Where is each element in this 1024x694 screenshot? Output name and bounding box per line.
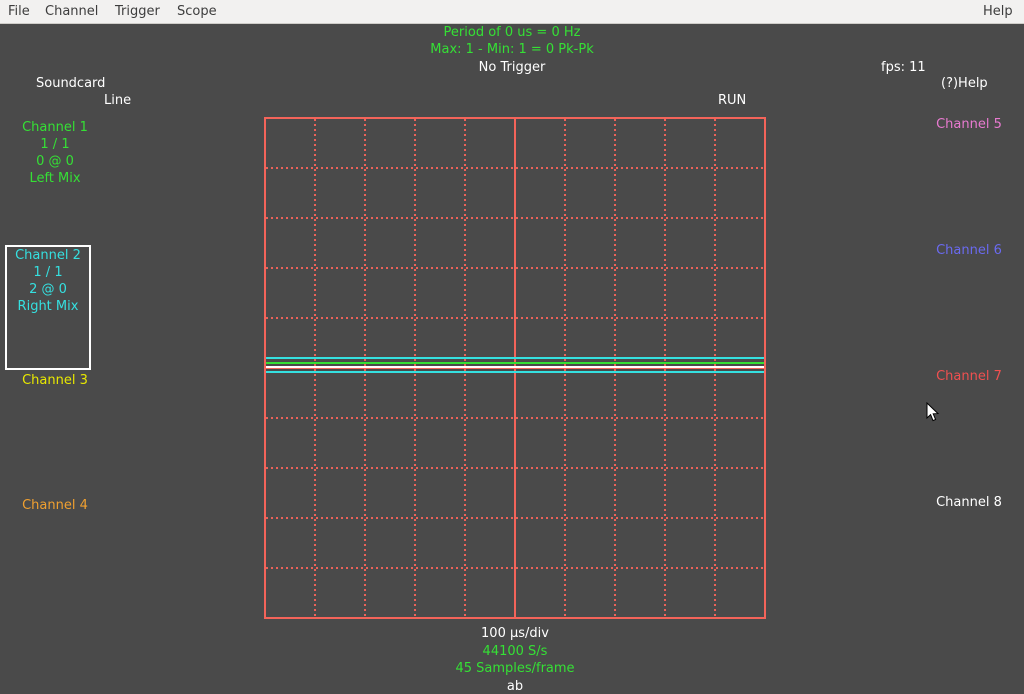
scope-display[interactable] [264, 117, 766, 619]
key-hints-label: ab [506, 679, 524, 694]
minmax-readout: Max: 1 - Min: 1 = 0 Pk-Pk [430, 42, 594, 57]
channel-8-name[interactable]: Channel 8 [919, 495, 1019, 510]
channel-1-name[interactable]: Channel 1 [5, 120, 105, 135]
run-state-label[interactable]: RUN [718, 93, 746, 108]
menu-item-scope[interactable]: Scope [177, 3, 217, 21]
channel-4-name[interactable]: Channel 4 [5, 498, 105, 513]
channel-2-position[interactable]: 2 @ 0 [5, 282, 91, 297]
channel-3-name[interactable]: Channel 3 [5, 373, 105, 388]
period-readout: Period of 0 us = 0 Hz [443, 25, 581, 40]
channel-1-scale[interactable]: 1 / 1 [5, 137, 105, 152]
menu-bar: File Channel Trigger Scope Help [0, 0, 1024, 24]
channel-2-source[interactable]: Right Mix [5, 299, 91, 314]
channel-1-source[interactable]: Left Mix [5, 171, 105, 186]
fps-readout: fps: 11 [881, 60, 926, 75]
channel-5-name[interactable]: Channel 5 [919, 117, 1019, 132]
menu-item-help[interactable]: Help [983, 3, 1013, 21]
input-line-label[interactable]: Line [104, 93, 131, 108]
menu-item-file[interactable]: File [8, 3, 30, 21]
trigger-status: No Trigger [478, 60, 546, 75]
channel-2-scale[interactable]: 1 / 1 [5, 265, 91, 280]
menu-item-channel[interactable]: Channel [45, 3, 98, 21]
timebase-label[interactable]: 100 µs/div [440, 626, 590, 641]
channel-2-name[interactable]: Channel 2 [5, 248, 91, 263]
sample-rate-label[interactable]: 44100 S/s [440, 644, 590, 659]
scope-grid-border [264, 117, 766, 619]
help-button[interactable]: (?)Help [941, 76, 988, 91]
soundcard-label[interactable]: Soundcard [36, 76, 105, 91]
menu-item-trigger[interactable]: Trigger [115, 3, 160, 21]
samples-per-frame-label: 45 Samples/frame [455, 661, 575, 676]
channel-7-name[interactable]: Channel 7 [919, 369, 1019, 384]
channel-1-position[interactable]: 0 @ 0 [5, 154, 105, 169]
mouse-cursor [926, 401, 940, 423]
channel-6-name[interactable]: Channel 6 [919, 243, 1019, 258]
